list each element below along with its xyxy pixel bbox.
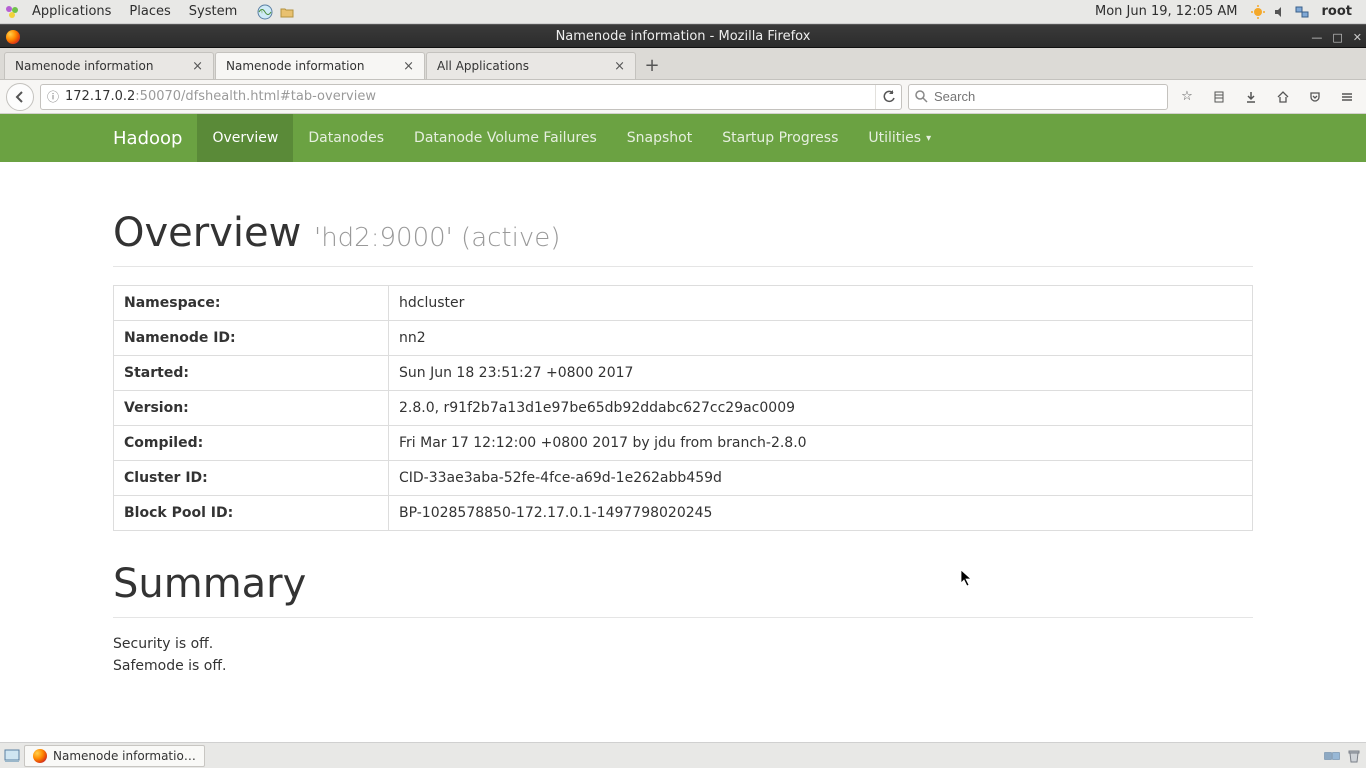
row-value: 2.8.0, r91f2b7a13d1e97be65db92ddabc627cc… (389, 391, 1253, 426)
nav-datanodes[interactable]: Datanodes (293, 114, 399, 162)
row-key: Started: (114, 356, 389, 391)
tab-label: Namenode information (15, 59, 186, 73)
table-row: Compiled:Fri Mar 17 12:12:00 +0800 2017 … (114, 426, 1253, 461)
tab-label: Namenode information (226, 59, 397, 73)
hadoop-navbar: Hadoop Overview Datanodes Datanode Volum… (0, 114, 1366, 162)
window-close-button[interactable]: ✕ (1353, 31, 1362, 44)
page-viewport[interactable]: Hadoop Overview Datanodes Datanode Volum… (0, 114, 1366, 742)
new-tab-button[interactable]: + (637, 52, 667, 79)
row-value: Fri Mar 17 12:12:00 +0800 2017 by jdu fr… (389, 426, 1253, 461)
network-icon[interactable] (1294, 4, 1310, 20)
browser-tab-strip: Namenode information × Namenode informat… (0, 48, 1366, 80)
folder-icon[interactable] (279, 4, 295, 20)
taskbar-label: Namenode informatio… (53, 749, 196, 763)
show-desktop-icon[interactable] (4, 748, 20, 764)
row-value: CID-33ae3aba-52fe-4fce-a69d-1e262abb459d (389, 461, 1253, 496)
hamburger-menu-icon[interactable] (1334, 84, 1360, 110)
table-row: Namenode ID:nn2 (114, 321, 1253, 356)
volume-icon[interactable] (1272, 4, 1288, 20)
menu-applications[interactable]: Applications (26, 4, 117, 19)
window-minimize-button[interactable]: — (1311, 31, 1322, 44)
search-icon (915, 90, 928, 103)
overview-subtitle: 'hd2:9000' (active) (314, 223, 560, 253)
search-bar[interactable] (908, 84, 1168, 110)
overview-title: Overview (113, 210, 314, 256)
trash-icon[interactable] (1346, 748, 1362, 764)
hadoop-brand[interactable]: Hadoop (113, 114, 197, 162)
home-icon[interactable] (1270, 84, 1296, 110)
search-input[interactable] (934, 89, 1161, 104)
summary-line: Safemode is off. (113, 658, 1253, 674)
back-button[interactable] (6, 83, 34, 111)
row-key: Version: (114, 391, 389, 426)
menu-places[interactable]: Places (123, 4, 176, 19)
row-value: BP-1028578850-172.17.0.1-1497798020245 (389, 496, 1253, 531)
url-text: 172.17.0.2:50070/dfshealth.html#tab-over… (65, 89, 875, 104)
chevron-down-icon: ▾ (926, 133, 931, 144)
summary-line: Security is off. (113, 636, 1253, 652)
summary-title: Summary (113, 561, 1253, 618)
table-row: Cluster ID:CID-33ae3aba-52fe-4fce-a69d-1… (114, 461, 1253, 496)
browser-toolbar: ⓘ 172.17.0.2:50070/dfshealth.html#tab-ov… (0, 80, 1366, 114)
firefox-icon (33, 749, 47, 763)
window-titlebar: Namenode information - Mozilla Firefox —… (0, 24, 1366, 48)
gnome-top-panel: Applications Places System Mon Jun 19, 1… (0, 0, 1366, 24)
row-key: Cluster ID: (114, 461, 389, 496)
overview-table: Namespace:hdcluster Namenode ID:nn2 Star… (113, 285, 1253, 531)
row-key: Block Pool ID: (114, 496, 389, 531)
browser-tab[interactable]: Namenode information × (4, 52, 214, 79)
row-value: Sun Jun 18 23:51:27 +0800 2017 (389, 356, 1253, 391)
window-title-text: Namenode information - Mozilla Firefox (556, 29, 811, 44)
bookmark-star-icon[interactable]: ☆ (1174, 84, 1200, 110)
nav-snapshot[interactable]: Snapshot (612, 114, 707, 162)
table-row: Started:Sun Jun 18 23:51:27 +0800 2017 (114, 356, 1253, 391)
tab-label: All Applications (437, 59, 608, 73)
workspace-switcher-icon[interactable] (1324, 748, 1340, 764)
tab-close-button[interactable]: × (397, 59, 414, 74)
row-key: Namenode ID: (114, 321, 389, 356)
user-menu[interactable]: root (1316, 4, 1363, 19)
taskbar-button[interactable]: Namenode informatio… (24, 745, 205, 767)
tab-close-button[interactable]: × (186, 59, 203, 74)
table-row: Version:2.8.0, r91f2b7a13d1e97be65db92dd… (114, 391, 1253, 426)
tab-close-button[interactable]: × (608, 59, 625, 74)
nav-datanode-volume-failures[interactable]: Datanode Volume Failures (399, 114, 612, 162)
menu-system[interactable]: System (183, 4, 243, 19)
browser-tab[interactable]: Namenode information × (215, 52, 425, 79)
nav-utilities[interactable]: Utilities▾ (853, 114, 946, 162)
nav-overview[interactable]: Overview (197, 114, 293, 162)
row-value: nn2 (389, 321, 1253, 356)
nav-startup-progress[interactable]: Startup Progress (707, 114, 853, 162)
reload-button[interactable] (875, 85, 901, 109)
downloads-icon[interactable] (1238, 84, 1264, 110)
row-key: Compiled: (114, 426, 389, 461)
browser-tab[interactable]: All Applications × (426, 52, 636, 79)
table-row: Namespace:hdcluster (114, 286, 1253, 321)
row-value: hdcluster (389, 286, 1253, 321)
weather-icon[interactable] (1250, 4, 1266, 20)
gnome-bottom-panel: Namenode informatio… (0, 742, 1366, 768)
globe-icon[interactable] (257, 4, 273, 20)
site-info-icon[interactable]: ⓘ (41, 88, 65, 105)
distro-icon (4, 4, 20, 20)
page-header: Overview 'hd2:9000' (active) (113, 210, 1253, 267)
summary-body: Security is off. Safemode is off. (113, 636, 1253, 674)
library-icon[interactable] (1206, 84, 1232, 110)
pocket-icon[interactable] (1302, 84, 1328, 110)
table-row: Block Pool ID:BP-1028578850-172.17.0.1-1… (114, 496, 1253, 531)
url-bar[interactable]: ⓘ 172.17.0.2:50070/dfshealth.html#tab-ov… (40, 84, 902, 110)
row-key: Namespace: (114, 286, 389, 321)
firefox-icon (6, 30, 20, 44)
window-maximize-button[interactable]: □ (1332, 31, 1342, 44)
clock[interactable]: Mon Jun 19, 12:05 AM (1089, 4, 1244, 19)
